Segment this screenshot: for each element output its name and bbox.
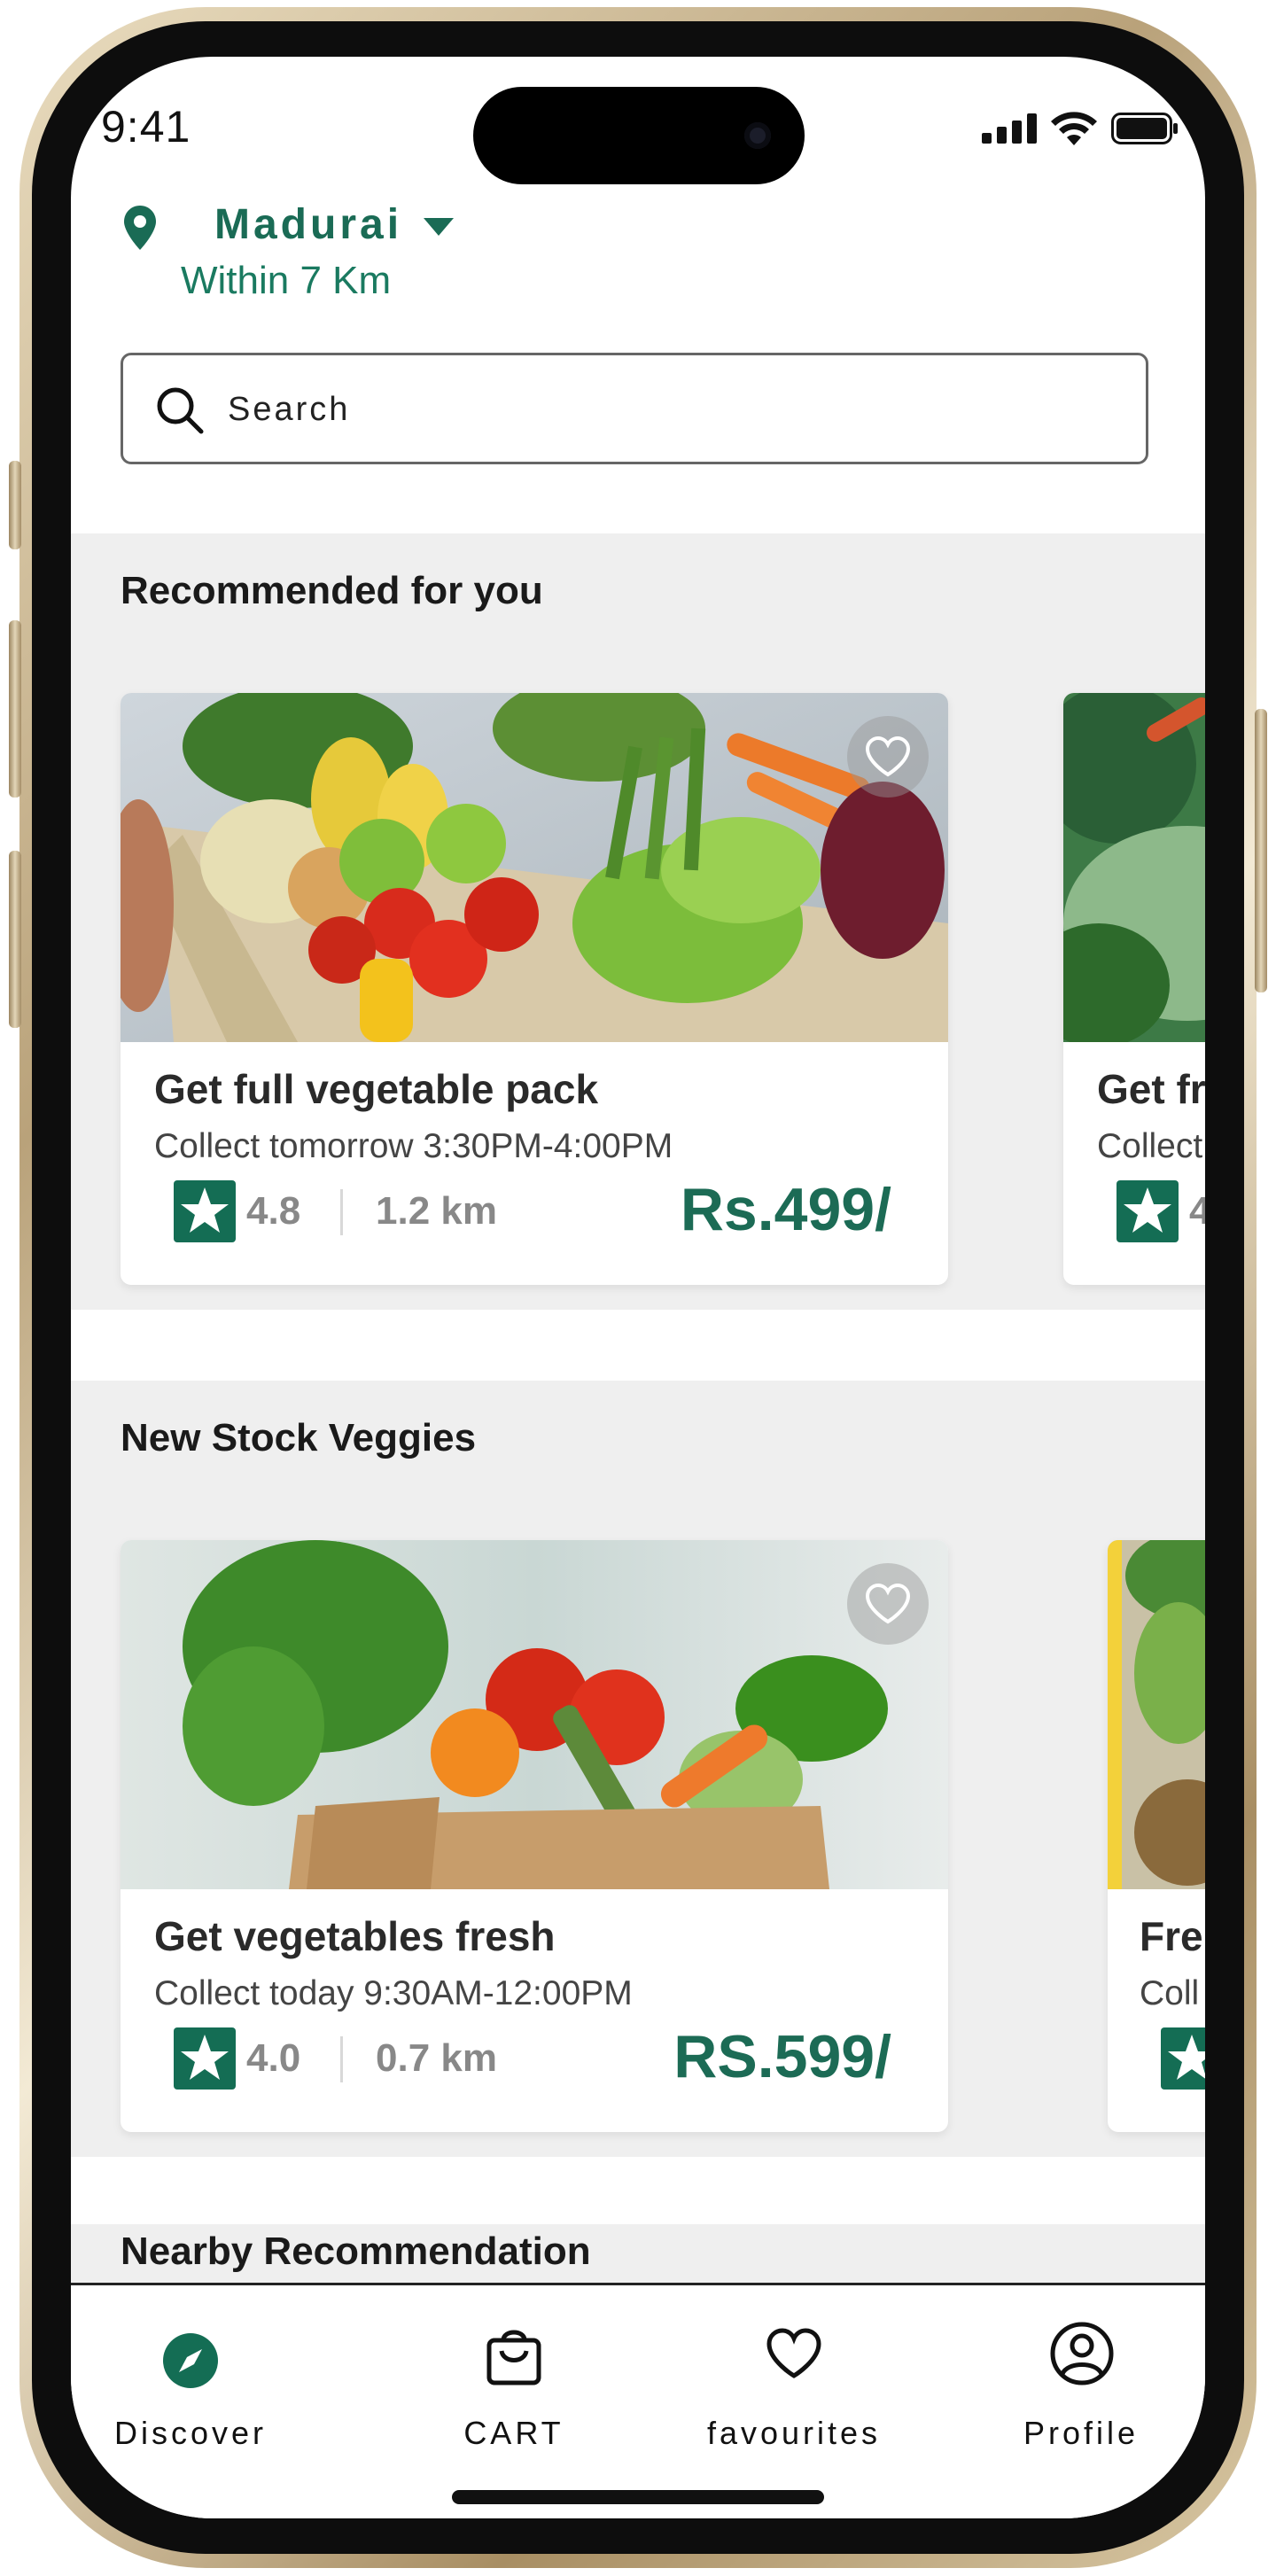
new-stock-section: New Stock Veggies Get vegetables fresh C… (71, 1381, 1205, 2157)
product-card[interactable]: Get fr Collect 4 (1063, 693, 1205, 1285)
product-image (121, 693, 948, 1042)
nav-label: Discover (113, 2415, 268, 2451)
wifi-icon (1051, 112, 1097, 145)
product-image (1063, 693, 1205, 1042)
product-distance: 1.2 km (376, 1189, 497, 1233)
product-rating: 4 (1189, 1189, 1205, 1233)
product-card[interactable]: Fre Coll (1108, 1540, 1205, 2132)
volume-down-button (9, 851, 21, 1028)
volume-up-button (9, 620, 21, 798)
divider (340, 1189, 343, 1235)
product-image (1108, 1540, 1205, 1889)
heart-icon (865, 735, 911, 777)
section-title: Recommended for you (121, 569, 543, 612)
nav-cart[interactable]: CART (425, 2285, 603, 2463)
location-city[interactable]: Madurai (214, 200, 402, 249)
camera-icon (744, 122, 771, 149)
product-rating: 4.8 (246, 1189, 301, 1233)
bag-icon (486, 2330, 541, 2385)
product-rating: 4.0 (246, 2036, 301, 2080)
app-screen: 9:41 Madurai Within 7 Km Search Recommen… (71, 57, 1205, 2518)
product-price: RS.599/ (673, 2023, 891, 2090)
product-card[interactable]: Get full vegetable pack Collect tomorrow… (121, 693, 948, 1285)
status-icons (982, 112, 1179, 145)
nav-label: favourites (706, 2415, 882, 2451)
product-image (121, 1540, 948, 1889)
star-icon (1116, 1180, 1179, 1242)
star-icon (1161, 2027, 1205, 2090)
status-time: 9:41 (101, 102, 191, 152)
recommended-section: Recommended for you Get full vegetable p… (71, 533, 1205, 1310)
heart-icon (865, 1583, 911, 1624)
product-card[interactable]: Get vegetables fresh Collect today 9:30A… (121, 1540, 948, 2132)
search-placeholder: Search (228, 391, 351, 428)
product-pickup-time: Collect tomorrow 3:30PM-4:00PM (154, 1127, 673, 1165)
search-icon (157, 387, 204, 434)
nav-favourites[interactable]: favourites (679, 2285, 909, 2463)
nav-discover[interactable]: Discover (71, 2285, 310, 2463)
divider (340, 2036, 343, 2082)
section-title: New Stock Veggies (121, 1416, 477, 1459)
product-title: Get fr (1097, 1066, 1205, 1112)
section-title: Nearby Recommendation (121, 2230, 591, 2273)
location-pin-icon (124, 206, 156, 250)
dynamic-island (473, 87, 805, 184)
bottom-nav: Discover CART favourites Profile (71, 2283, 1205, 2518)
star-icon (174, 1180, 236, 1242)
nav-label: CART (463, 2415, 564, 2451)
product-pickup-time: Coll (1140, 1974, 1200, 2012)
favourite-button[interactable] (847, 1563, 929, 1645)
search-input[interactable]: Search (121, 353, 1148, 464)
product-title: Fre (1140, 1913, 1203, 1959)
product-title: Get vegetables fresh (154, 1913, 556, 1959)
power-button (1255, 709, 1267, 992)
nav-label: Profile (1023, 2415, 1140, 2451)
compass-icon (163, 2333, 218, 2388)
product-price: Rs.499/ (680, 1176, 891, 1243)
product-pickup-time: Collect today 9:30AM-12:00PM (154, 1974, 633, 2012)
nearby-section: Nearby Recommendation (71, 2224, 1205, 2286)
mute-switch (9, 461, 21, 549)
heart-icon (766, 2328, 821, 2378)
product-pickup-time: Collect (1097, 1127, 1203, 1165)
star-icon (174, 2027, 236, 2090)
nav-profile[interactable]: Profile (992, 2285, 1170, 2463)
profile-icon (1050, 2322, 1114, 2385)
battery-icon (1111, 113, 1178, 144)
chevron-down-icon[interactable] (424, 218, 454, 236)
product-distance: 0.7 km (376, 2036, 497, 2080)
cellular-signal-icon (982, 113, 1037, 144)
location-radius: Within 7 Km (181, 259, 392, 302)
favourite-button[interactable] (847, 716, 929, 798)
product-title: Get full vegetable pack (154, 1066, 599, 1112)
home-indicator[interactable] (452, 2490, 824, 2504)
